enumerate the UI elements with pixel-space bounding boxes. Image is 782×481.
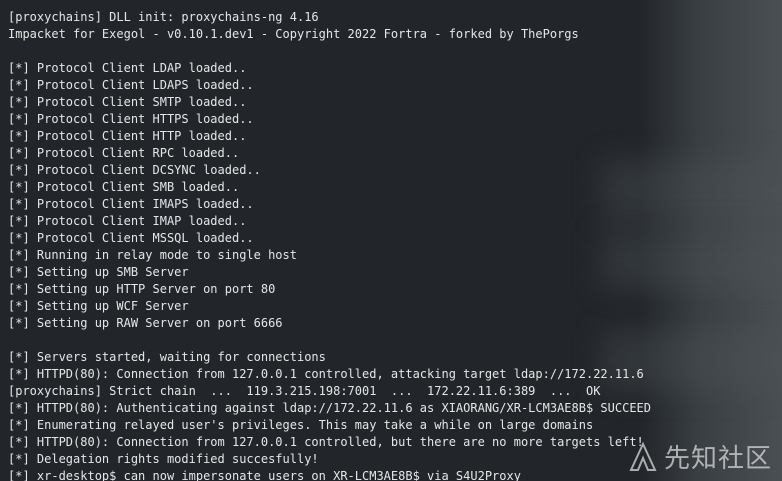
terminal-line: [*] Protocol Client LDAP loaded.. <box>8 61 247 75</box>
terminal-line: [*] Setting up WCF Server <box>8 299 189 313</box>
terminal-window: [proxychains] DLL init: proxychains-ng 4… <box>0 0 782 481</box>
terminal-line: [*] Servers started, waiting for connect… <box>8 350 326 364</box>
terminal-line: [*] Protocol Client LDAPS loaded.. <box>8 78 254 92</box>
terminal-line: [*] xr-desktop$ can now impersonate user… <box>8 469 521 481</box>
terminal-line: [*] Protocol Client DCSYNC loaded.. <box>8 163 261 177</box>
watermark: 先知社区 <box>628 438 772 475</box>
watermark-text: 先知社区 <box>663 444 772 474</box>
terminal-line: [*] Delegation rights modified succesful… <box>8 452 319 466</box>
terminal-line: [proxychains] DLL init: proxychains-ng 4… <box>8 10 319 24</box>
terminal-line: [*] Setting up RAW Server on port 6666 <box>8 316 283 330</box>
terminal-line: [*] Setting up SMB Server <box>8 265 189 279</box>
terminal-line: [*] Running in relay mode to single host <box>8 248 297 262</box>
terminal-line: Impacket for Exegol - v0.10.1.dev1 - Cop… <box>8 27 579 41</box>
terminal-line: [*] Protocol Client IMAP loaded.. <box>8 214 247 228</box>
terminal-line: [*] Setting up HTTP Server on port 80 <box>8 282 276 296</box>
terminal-output[interactable]: [proxychains] DLL init: proxychains-ng 4… <box>8 9 651 481</box>
terminal-line: [*] Protocol Client MSSQL loaded.. <box>8 231 254 245</box>
terminal-line: [proxychains] Strict chain ... 119.3.215… <box>8 384 601 398</box>
terminal-line: [*] HTTPD(80): Connection from 127.0.0.1… <box>8 367 644 381</box>
terminal-line: [*] Protocol Client RPC loaded.. <box>8 146 240 160</box>
xianzhi-logo-icon <box>629 441 657 471</box>
terminal-line: [*] Protocol Client HTTP loaded.. <box>8 129 247 143</box>
terminal-line: [*] HTTPD(80): Connection from 127.0.0.1… <box>8 435 644 449</box>
terminal-line: [*] Protocol Client SMTP loaded.. <box>8 95 247 109</box>
terminal-line: [*] Enumerating relayed user's privilege… <box>8 418 594 432</box>
terminal-line: [*] Protocol Client HTTPS loaded.. <box>8 112 254 126</box>
terminal-line: [*] Protocol Client IMAPS loaded.. <box>8 197 254 211</box>
terminal-line: [*] HTTPD(80): Authenticating against ld… <box>8 401 651 415</box>
terminal-line: [*] Protocol Client SMB loaded.. <box>8 180 240 194</box>
